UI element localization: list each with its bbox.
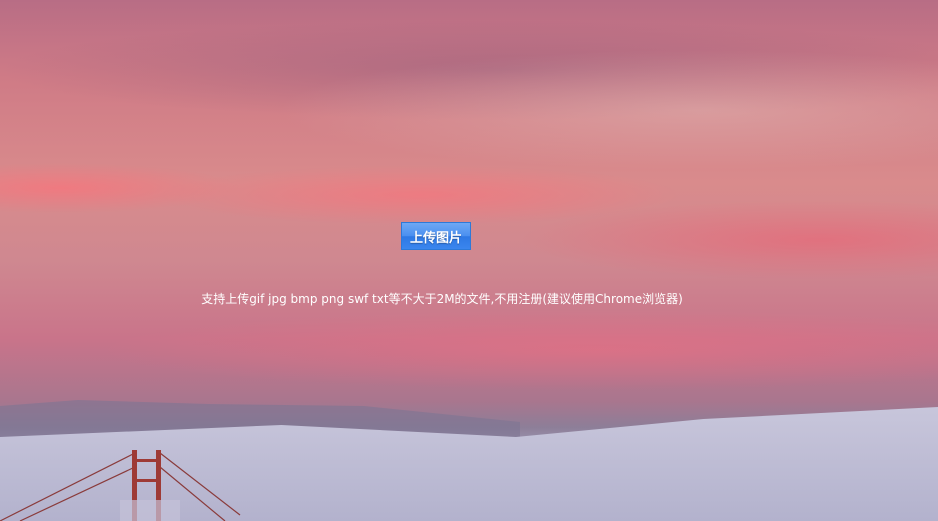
golden-gate-bridge-image: [0, 450, 241, 521]
upload-hint-text: 支持上传gif jpg bmp png swf txt等不大于2M的文件,不用注…: [201, 292, 683, 306]
upload-image-button[interactable]: 上传图片: [401, 222, 471, 250]
